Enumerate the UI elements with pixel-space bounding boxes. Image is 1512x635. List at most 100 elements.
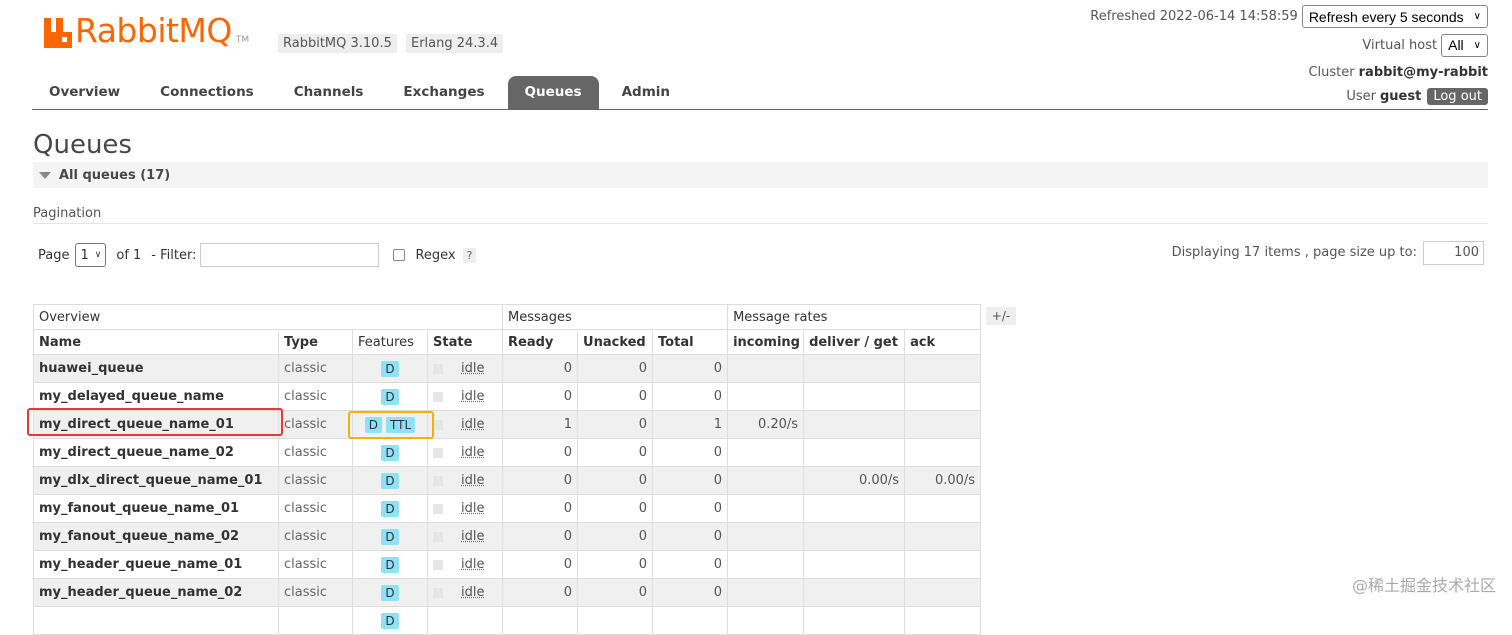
feature-badge: D <box>381 584 399 601</box>
queue-features: D <box>352 578 428 607</box>
chevron-down-icon: ∨ <box>1473 11 1481 22</box>
state-text: idle <box>461 445 485 460</box>
tab-admin[interactable]: Admin <box>605 76 687 109</box>
column-header-deliver-get[interactable]: deliver / get <box>803 329 906 355</box>
messages-unacked: 0 <box>577 550 654 579</box>
queue-state: idle <box>426 410 504 439</box>
queue-name-link[interactable]: my_dlx_direct_queue_name_01 <box>33 466 279 495</box>
virtual-host-select[interactable]: All ∨ <box>1441 33 1488 57</box>
tab-queues[interactable]: Queues <box>507 76 599 109</box>
column-header-type[interactable]: Type <box>278 329 353 355</box>
state-text: idle <box>461 529 485 544</box>
table-row[interactable]: my_header_queue_name_01 classic Didle 0 0 0 <box>33 550 982 579</box>
rabbitmq-logo[interactable]: RabbitMQ TM <box>44 14 249 48</box>
rate-deliver-get <box>803 578 906 607</box>
column-toggle-button[interactable]: +/- <box>986 307 1016 325</box>
feature-badge: D <box>381 612 399 629</box>
rate-ack <box>904 522 982 551</box>
queue-name-link[interactable]: my_header_queue_name_01 <box>33 550 279 579</box>
queue-state: idle <box>426 438 504 467</box>
rate-ack <box>904 550 982 579</box>
rate-ack: 0.00/s <box>904 466 982 495</box>
feature-badge: D <box>381 556 399 573</box>
column-header-ack[interactable]: ack <box>904 329 982 355</box>
messages-unacked: 0 <box>577 466 654 495</box>
group-header-overview: Overview <box>32 304 504 330</box>
column-header-features[interactable]: Features <box>352 329 428 355</box>
messages-ready: 1 <box>502 410 579 439</box>
highlight-queue-name-box <box>27 408 283 436</box>
column-header-state[interactable]: State <box>426 329 504 355</box>
tab-channels[interactable]: Channels <box>277 76 381 109</box>
queue-type: classic <box>278 578 353 607</box>
state-text: idle <box>461 473 485 488</box>
table-row[interactable]: my_fanout_queue_name_01 classic Didle 0 0 0 <box>33 494 982 523</box>
state-indicator-icon <box>433 531 443 542</box>
refresh-interval-select[interactable]: Refresh every 5 seconds ∨ <box>1301 5 1488 28</box>
queue-name-link[interactable]: my_delayed_queue_name <box>33 382 279 411</box>
divider <box>33 223 1488 224</box>
state-indicator-icon <box>433 447 443 458</box>
queue-state: idle <box>426 354 504 383</box>
tab-exchanges[interactable]: Exchanges <box>386 76 501 109</box>
table-row[interactable]: my_delayed_queue_name classic Didle 0 0 0 <box>33 382 982 411</box>
rate-ack <box>904 438 982 467</box>
page-count-label: of 1 <box>116 247 142 263</box>
rate-incoming: 0.20/s <box>727 410 805 439</box>
queue-state: idle <box>426 466 504 495</box>
display-count-info: Displaying 17 items , page size up to: <box>1171 245 1417 260</box>
queue-type: classic <box>278 550 353 579</box>
state-text: idle <box>461 585 485 600</box>
column-header-unacked[interactable]: Unacked <box>577 329 654 355</box>
rate-deliver-get <box>803 550 906 579</box>
chevron-down-icon: ∨ <box>94 250 102 260</box>
all-queues-section-toggle[interactable]: All queues (17) <box>33 162 1488 188</box>
rate-incoming <box>727 382 805 411</box>
table-row[interactable]: my_dlx_direct_queue_name_01 classic Didle 0… <box>33 466 982 495</box>
table-row[interactable]: my_fanout_queue_name_02 classic Didle 0 0 0 <box>33 522 982 551</box>
feature-badge: D <box>381 444 399 461</box>
queue-name-link[interactable]: my_fanout_queue_name_02 <box>33 522 279 551</box>
rate-ack <box>904 494 982 523</box>
filter-input[interactable] <box>200 243 380 267</box>
logo-trademark: TM <box>235 35 250 45</box>
messages-unacked: 0 <box>577 438 654 467</box>
tab-overview[interactable]: Overview <box>32 76 137 109</box>
tab-connections[interactable]: Connections <box>143 76 271 109</box>
page-label: Page <box>38 247 70 263</box>
queue-name-link[interactable]: huawei_queue <box>33 354 279 383</box>
table-row[interactable]: my_header_queue_name_02 classic Didle 0 0 0 <box>33 578 982 607</box>
messages-total: 0 <box>652 494 729 523</box>
regex-label: Regex <box>415 247 456 263</box>
queue-name-link[interactable]: my_direct_queue_name_02 <box>33 438 279 467</box>
page-size-input[interactable]: 100 <box>1423 241 1484 265</box>
rate-incoming <box>727 578 805 607</box>
state-text: idle <box>461 389 485 404</box>
column-header-name[interactable]: Name <box>33 329 279 355</box>
queue-name-link[interactable]: my_header_queue_name_02 <box>33 578 279 607</box>
queue-name-link[interactable]: my_fanout_queue_name_01 <box>33 494 279 523</box>
rate-deliver-get <box>803 494 906 523</box>
messages-ready: 0 <box>502 494 579 523</box>
table-row[interactable]: huawei_queue classic Didle 0 0 0 <box>33 354 982 383</box>
feature-badge: D <box>381 388 399 405</box>
table-row[interactable]: my_direct_queue_name_02 classic Didle 0 0 0 <box>33 438 982 467</box>
page-select[interactable]: 1 ∨ <box>75 243 107 267</box>
regex-help-button[interactable]: ? <box>462 247 477 263</box>
rate-deliver-get <box>803 354 906 383</box>
regex-checkbox[interactable] <box>393 249 406 261</box>
column-header-total[interactable]: Total <box>652 329 729 355</box>
queue-type: classic <box>278 438 353 467</box>
feature-badge: D <box>381 528 399 545</box>
virtual-host-value: All <box>1448 37 1464 53</box>
rate-deliver-get <box>803 438 906 467</box>
queue-type: classic <box>278 382 353 411</box>
queue-state: idle <box>426 494 504 523</box>
messages-ready: 0 <box>502 438 579 467</box>
rate-incoming <box>727 466 805 495</box>
rate-incoming <box>727 354 805 383</box>
messages-ready: 0 <box>502 466 579 495</box>
column-header-incoming[interactable]: incoming <box>727 329 805 355</box>
column-header-ready[interactable]: Ready <box>502 329 579 355</box>
queue-features: D <box>352 354 428 383</box>
